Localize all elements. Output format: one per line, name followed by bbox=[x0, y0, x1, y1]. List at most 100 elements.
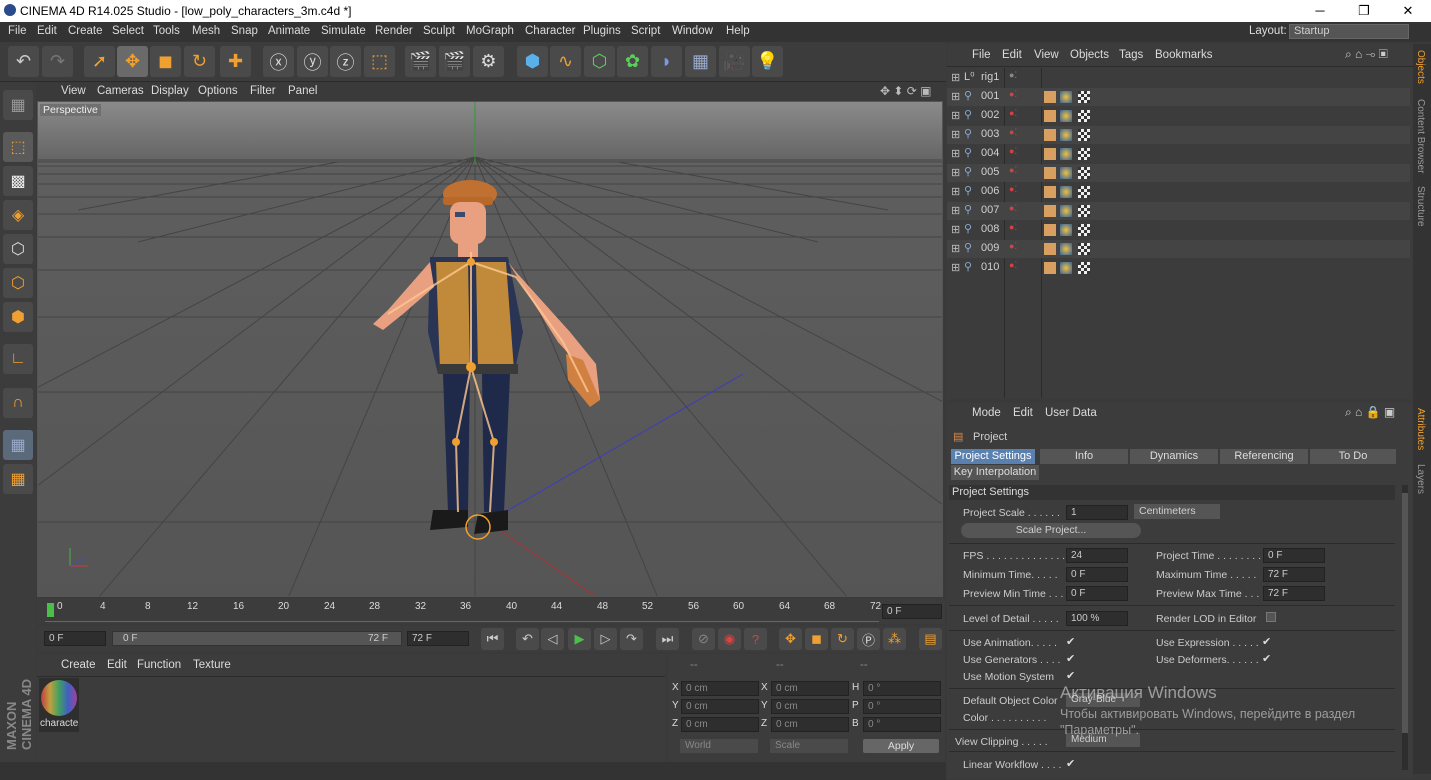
live-selection-icon[interactable]: ➚ bbox=[84, 46, 115, 77]
menu-animate[interactable]: Animate bbox=[268, 25, 310, 37]
close-button[interactable]: ✕ bbox=[1385, 0, 1431, 22]
visibility-dots[interactable]: ●⁚ bbox=[1009, 184, 1017, 195]
menu-mograph[interactable]: MoGraph bbox=[466, 25, 514, 37]
previous-frame-icon[interactable]: ◁ bbox=[541, 628, 564, 650]
material-tag-icon[interactable] bbox=[1060, 129, 1072, 141]
visibility-dots[interactable]: ●⁚ bbox=[1009, 89, 1017, 100]
make-editable-icon[interactable]: ▦ bbox=[3, 90, 33, 120]
ik-tag-icon[interactable] bbox=[1044, 148, 1056, 160]
deformer-icon[interactable]: ◗ bbox=[651, 46, 682, 77]
locked-workplane-icon[interactable]: ▦ bbox=[3, 430, 33, 460]
pos-x-field[interactable]: 0 cm bbox=[681, 681, 759, 696]
axis-mode-icon[interactable]: ∟ bbox=[3, 344, 33, 374]
perspective-viewport[interactable]: Perspective bbox=[37, 101, 943, 597]
vp-menu-filter[interactable]: Filter bbox=[250, 85, 276, 97]
ik-tag-icon[interactable] bbox=[1044, 129, 1056, 141]
undo-icon[interactable]: ↶ bbox=[8, 46, 39, 77]
linear-workflow-checkbox[interactable]: ✔ bbox=[1066, 757, 1075, 770]
next-frame-icon[interactable]: ▷ bbox=[594, 628, 617, 650]
expand-icon[interactable]: ⊞ bbox=[951, 223, 960, 236]
minimize-button[interactable]: ─ bbox=[1297, 0, 1343, 22]
ik-tag-icon[interactable] bbox=[1044, 167, 1056, 179]
menu-plugins[interactable]: Plugins bbox=[583, 25, 621, 37]
size-y-field[interactable]: 0 cm bbox=[771, 699, 849, 714]
light-icon[interactable]: 💡 bbox=[752, 46, 783, 77]
ik-tag-icon[interactable] bbox=[1044, 243, 1056, 255]
visibility-dots[interactable]: ●⁚ bbox=[1009, 222, 1017, 233]
rot-b-field[interactable]: 0 ° bbox=[863, 717, 941, 732]
size-x-field[interactable]: 0 cm bbox=[771, 681, 849, 696]
current-frame-field[interactable]: 0 F bbox=[882, 604, 942, 619]
attr-scrollbar[interactable] bbox=[1402, 485, 1408, 770]
pos-z-field[interactable]: 0 cm bbox=[681, 717, 759, 732]
vp-menu-panel[interactable]: Panel bbox=[288, 85, 317, 97]
texture-tag-icon[interactable] bbox=[1078, 129, 1090, 141]
texture-tag-icon[interactable] bbox=[1078, 224, 1090, 236]
model-mode-icon[interactable]: ⬚ bbox=[3, 132, 33, 162]
use-animation-checkbox[interactable]: ✔ bbox=[1066, 635, 1075, 648]
visibility-dots[interactable]: ●⁚ bbox=[1009, 70, 1017, 81]
ik-tag-icon[interactable] bbox=[1044, 205, 1056, 217]
material-tag-icon[interactable] bbox=[1060, 243, 1072, 255]
pos-y-field[interactable]: 0 cm bbox=[681, 699, 759, 714]
edges-mode-icon[interactable]: ⬡ bbox=[3, 268, 33, 298]
playhead[interactable] bbox=[47, 603, 54, 617]
material-tag-icon[interactable] bbox=[1060, 205, 1072, 217]
object-row-003[interactable]: ⊞ ⚲ 003 ●⁚ bbox=[947, 126, 1410, 144]
view-clipping-label[interactable]: View Clipping . . . . . bbox=[955, 736, 1048, 748]
rot-p-field[interactable]: 0 ° bbox=[863, 699, 941, 714]
menu-window[interactable]: Window bbox=[672, 25, 713, 37]
key-pla-icon[interactable]: ⁂ bbox=[883, 628, 906, 650]
menu-snap[interactable]: Snap bbox=[231, 25, 258, 37]
visibility-dots[interactable]: ●⁚ bbox=[1009, 108, 1017, 119]
scale-select[interactable]: Scale bbox=[770, 739, 848, 753]
obj-menu-bookmarks[interactable]: Bookmarks bbox=[1155, 49, 1213, 61]
record-icon[interactable]: ⊘ bbox=[692, 628, 715, 650]
key-parameter-icon[interactable]: Ⓟ bbox=[857, 628, 880, 650]
object-row-006[interactable]: ⊞ ⚲ 006 ●⁚ bbox=[947, 183, 1410, 201]
menu-render[interactable]: Render bbox=[375, 25, 413, 37]
attr-menu-edit[interactable]: Edit bbox=[1013, 407, 1033, 419]
mat-menu-edit[interactable]: Edit bbox=[107, 659, 127, 671]
visibility-dots[interactable]: ●⁚ bbox=[1009, 165, 1017, 176]
tab-referencing[interactable]: Referencing bbox=[1220, 449, 1308, 464]
tab-dynamics[interactable]: Dynamics bbox=[1130, 449, 1218, 464]
layout-select[interactable]: Startup bbox=[1289, 24, 1409, 39]
tab-key-interpolation[interactable]: Key Interpolation bbox=[951, 465, 1039, 480]
use-generators-checkbox[interactable]: ✔ bbox=[1066, 652, 1075, 665]
tab-attributes[interactable]: Attributes bbox=[1415, 408, 1426, 450]
obj-menu-file[interactable]: File bbox=[972, 49, 991, 61]
material-tag-icon[interactable] bbox=[1060, 224, 1072, 236]
lod-field[interactable]: 100 % bbox=[1066, 611, 1128, 626]
expand-icon[interactable]: ⊞ bbox=[951, 71, 960, 84]
expand-icon[interactable]: ⊞ bbox=[951, 90, 960, 103]
menu-sculpt[interactable]: Sculpt bbox=[423, 25, 455, 37]
obj-menu-edit[interactable]: Edit bbox=[1002, 49, 1022, 61]
attr-menu-mode[interactable]: Mode bbox=[972, 407, 1001, 419]
preview-max-field[interactable]: 72 F bbox=[1263, 586, 1325, 601]
expand-icon[interactable]: ⊞ bbox=[951, 261, 960, 274]
use-deformers-checkbox[interactable]: ✔ bbox=[1262, 652, 1271, 665]
autokey-icon[interactable]: ◉ bbox=[718, 628, 741, 650]
mat-menu-function[interactable]: Function bbox=[137, 659, 181, 671]
ik-tag-icon[interactable] bbox=[1044, 186, 1056, 198]
max-time-field[interactable]: 72 F bbox=[1263, 567, 1325, 582]
material-tag-icon[interactable] bbox=[1060, 167, 1072, 179]
texture-tag-icon[interactable] bbox=[1078, 91, 1090, 103]
object-row-010[interactable]: ⊞ ⚲ 010 ●⁚ bbox=[947, 259, 1410, 277]
menu-character[interactable]: Character bbox=[525, 25, 576, 37]
visibility-dots[interactable]: ●⁚ bbox=[1009, 146, 1017, 157]
expand-icon[interactable]: ⊞ bbox=[951, 166, 960, 179]
min-time-field[interactable]: 0 F bbox=[1066, 567, 1128, 582]
move-tool-icon[interactable]: ✥ bbox=[117, 46, 148, 77]
object-row-005[interactable]: ⊞ ⚲ 005 ●⁚ bbox=[947, 164, 1410, 182]
tab-layers[interactable]: Layers bbox=[1415, 464, 1426, 494]
mat-menu-create[interactable]: Create bbox=[61, 659, 96, 671]
tab-project-settings[interactable]: Project Settings bbox=[951, 449, 1035, 464]
expand-icon[interactable]: ⊞ bbox=[951, 185, 960, 198]
go-to-end-icon[interactable]: ⏭ bbox=[656, 628, 679, 650]
tab-structure[interactable]: Structure bbox=[1415, 186, 1426, 227]
obj-menu-objects[interactable]: Objects bbox=[1070, 49, 1109, 61]
ik-tag-icon[interactable] bbox=[1044, 110, 1056, 122]
expand-icon[interactable]: ⊞ bbox=[951, 147, 960, 160]
